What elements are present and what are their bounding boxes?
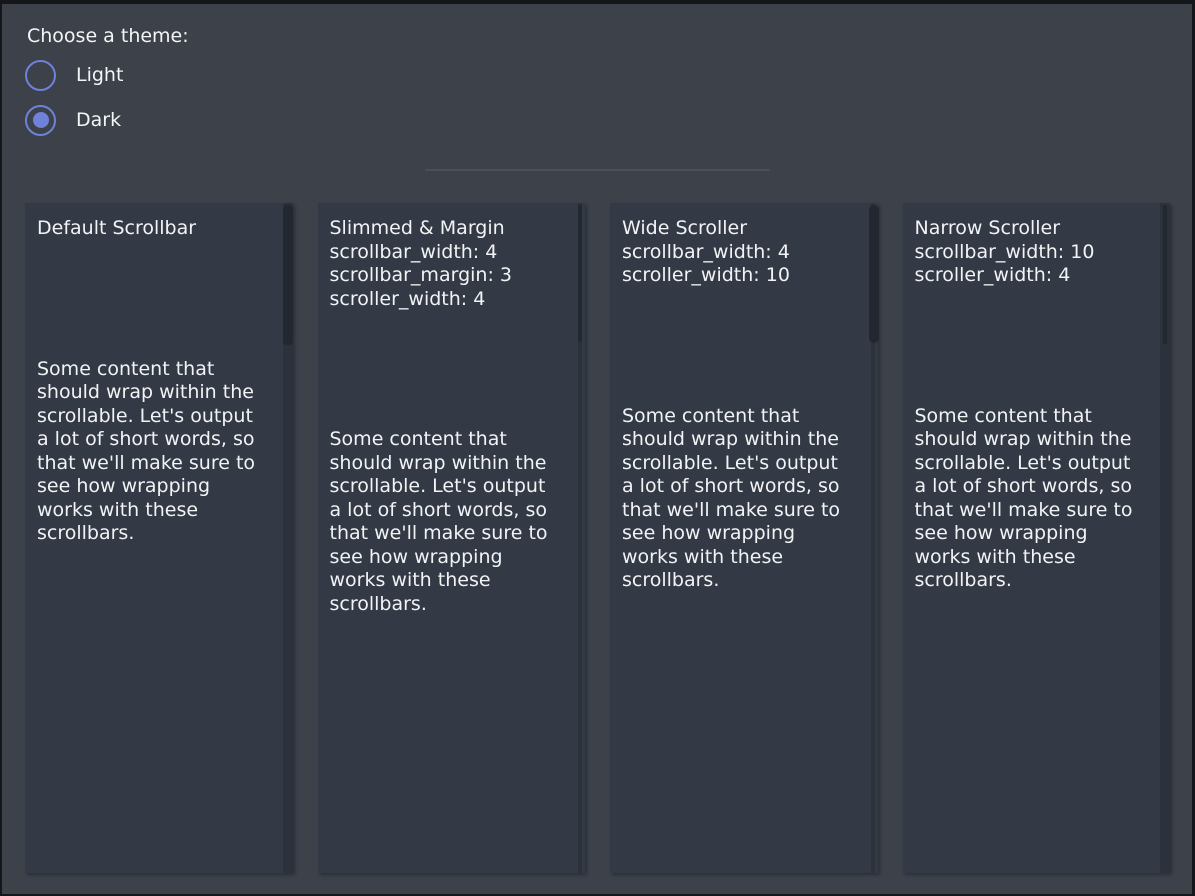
panel-param: scroller_width: 4	[915, 264, 1159, 288]
radio-option-dark[interactable]: Dark	[25, 104, 121, 136]
radio-label-dark: Dark	[76, 109, 121, 131]
panel-title: Slimmed & Margin	[330, 217, 574, 241]
panel-param: scroller_width: 10	[622, 264, 866, 288]
panel-title: Wide Scroller	[622, 217, 866, 241]
radio-icon-dark[interactable]	[25, 105, 56, 136]
panel-slimmed-margin: Slimmed & Margin scrollbar_width: 4 scro…	[318, 203, 586, 873]
radio-label-light: Light	[76, 64, 123, 86]
scrollbar-thumb[interactable]	[578, 205, 582, 342]
radio-dot-light	[33, 67, 49, 83]
scroll-area-wide[interactable]: Wide Scroller scrollbar_width: 4 scrolle…	[610, 203, 878, 873]
radio-option-light[interactable]: Light	[25, 59, 123, 91]
panel-param: scrollbar_margin: 3	[330, 264, 574, 288]
panel-title: Default Scrollbar	[37, 217, 281, 241]
app-window: Choose a theme: Light Dark Default Scrol…	[0, 0, 1195, 896]
radio-dot-dark	[33, 112, 49, 128]
panel-body-text: Some content that should wrap within the…	[330, 428, 560, 616]
scrollbar-thumb[interactable]	[283, 205, 293, 345]
scroll-area-slimmed[interactable]: Slimmed & Margin scrollbar_width: 4 scro…	[318, 203, 586, 873]
panel-body-text: Some content that should wrap within the…	[37, 358, 267, 546]
scroll-area-narrow[interactable]: Narrow Scroller scrollbar_width: 10 scro…	[903, 203, 1171, 873]
panel-narrow-scroller: Narrow Scroller scrollbar_width: 10 scro…	[903, 203, 1171, 873]
panel-body-text: Some content that should wrap within the…	[622, 405, 852, 593]
panel-default-scrollbar: Default Scrollbar Some content that shou…	[25, 203, 293, 873]
panel-param: scrollbar_width: 4	[330, 241, 574, 265]
scrollbar-thumb[interactable]	[1163, 205, 1167, 344]
scroll-area-default[interactable]: Default Scrollbar Some content that shou…	[25, 203, 293, 873]
panel-wide-scroller: Wide Scroller scrollbar_width: 4 scrolle…	[610, 203, 878, 873]
section-divider	[425, 169, 770, 171]
theme-chooser-label: Choose a theme:	[27, 24, 189, 48]
panel-param: scrollbar_width: 4	[622, 241, 866, 265]
panel-title: Narrow Scroller	[915, 217, 1159, 241]
scrollbar-thumb[interactable]	[869, 205, 879, 343]
panel-param: scroller_width: 4	[330, 288, 574, 312]
radio-icon-light[interactable]	[25, 60, 56, 91]
panel-body-text: Some content that should wrap within the…	[915, 405, 1145, 593]
panel-param: scrollbar_width: 10	[915, 241, 1159, 265]
scrollbar-demo-row: Default Scrollbar Some content that shou…	[25, 203, 1170, 873]
